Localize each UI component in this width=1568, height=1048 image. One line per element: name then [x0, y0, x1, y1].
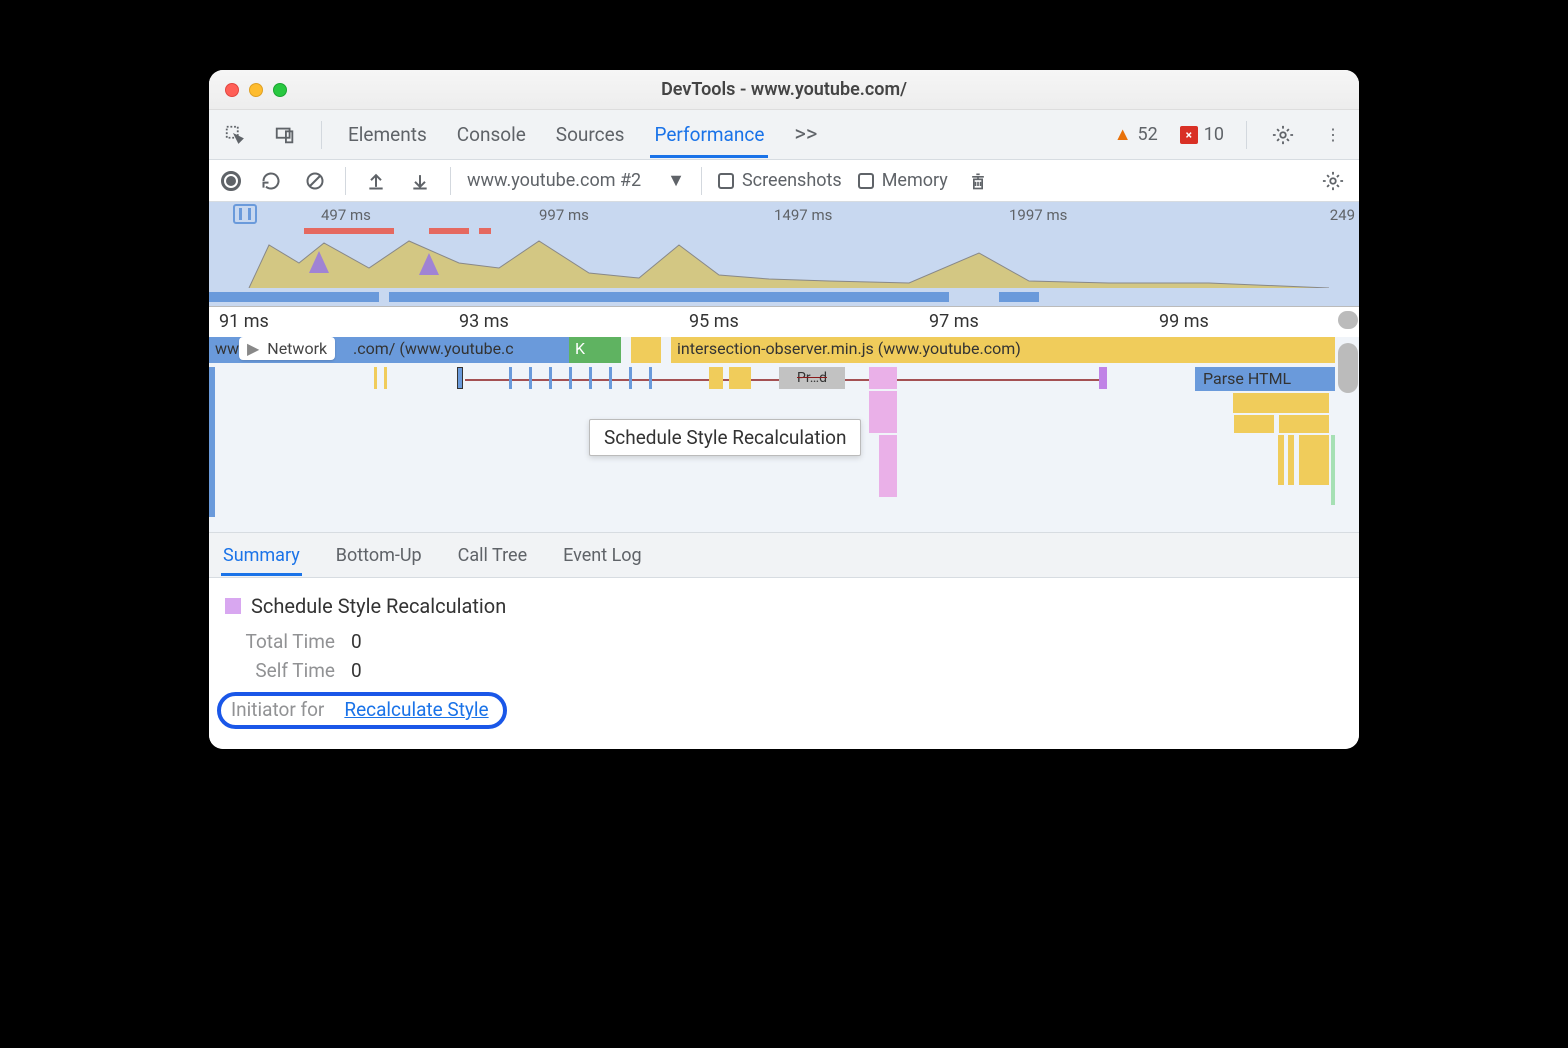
initiator-highlight: Initiator for Recalculate Style — [217, 692, 507, 729]
flame-span[interactable] — [649, 337, 661, 363]
initiator-label: Initiator for — [231, 698, 324, 721]
scrollbar-thumb[interactable] — [1338, 311, 1358, 329]
tab-sources[interactable]: Sources — [552, 111, 629, 158]
perf-settings-icon[interactable] — [1319, 167, 1347, 195]
flame-tooltip: Schedule Style Recalculation — [589, 419, 861, 456]
checkbox-box — [718, 173, 734, 189]
detail-time-axis: 91 ms 93 ms 95 ms 97 ms 99 ms — [209, 307, 1359, 337]
tab-console[interactable]: Console — [453, 111, 530, 158]
flame-span[interactable] — [631, 337, 649, 363]
total-time-label: Total Time — [225, 630, 335, 653]
self-time-label: Self Time — [225, 659, 335, 682]
chevron-down-icon: ▼ — [667, 170, 685, 191]
event-color-swatch — [225, 598, 241, 614]
warning-icon: ▲ — [1114, 124, 1132, 145]
event-name: Schedule Style Recalculation — [251, 594, 506, 618]
memory-checkbox[interactable]: Memory — [858, 170, 948, 191]
record-button[interactable] — [221, 171, 241, 191]
separator — [450, 167, 451, 195]
flame-span[interactable]: K — [569, 337, 585, 363]
overview-tick: 1997 ms — [1009, 206, 1067, 224]
flame-span[interactable] — [585, 337, 597, 363]
selection-handle[interactable] — [233, 204, 257, 224]
separator — [321, 121, 322, 149]
summary-panel: Schedule Style Recalculation Total Time … — [209, 578, 1359, 749]
checkbox-box — [858, 173, 874, 189]
main-tabs: Elements Console Sources Performance >> … — [209, 110, 1359, 160]
bottom-tabs: Summary Bottom-Up Call Tree Event Log — [209, 532, 1359, 578]
overview-tick: 497 ms — [321, 206, 371, 224]
separator — [1246, 121, 1247, 149]
separator — [345, 167, 346, 195]
flame-span[interactable] — [609, 337, 621, 363]
screenshots-checkbox[interactable]: Screenshots — [718, 170, 842, 191]
settings-icon[interactable] — [1269, 121, 1297, 149]
tab-event-log[interactable]: Event Log — [561, 535, 644, 576]
overview-tick: 997 ms — [539, 206, 589, 224]
separator — [701, 167, 702, 195]
garbage-collect-icon[interactable] — [964, 167, 992, 195]
clear-icon[interactable] — [301, 167, 329, 195]
flame-span[interactable]: Pr…d — [779, 367, 845, 389]
device-toggle-icon[interactable] — [271, 121, 299, 149]
total-time-value: 0 — [351, 630, 362, 653]
scrollbar-thumb[interactable] — [1338, 343, 1358, 393]
performance-toolbar: www.youtube.com #2 ▼ Screenshots Memory — [209, 160, 1359, 202]
tabs-overflow[interactable]: >> — [790, 110, 821, 159]
window-controls — [225, 83, 287, 97]
overview-tick: 1497 ms — [774, 206, 832, 224]
error-icon: × — [1180, 126, 1198, 144]
titlebar: DevTools - www.youtube.com/ — [209, 70, 1359, 110]
flame-span[interactable]: intersection-observer.min.js (www.youtub… — [671, 337, 1335, 363]
maximize-window-button[interactable] — [273, 83, 287, 97]
tab-summary[interactable]: Summary — [221, 535, 302, 576]
flame-chart[interactable]: ww .com/ (www.youtube.c K intersection-o… — [209, 337, 1359, 532]
warnings-badge[interactable]: ▲ 52 — [1114, 124, 1158, 145]
tab-call-tree[interactable]: Call Tree — [456, 535, 529, 576]
network-track-toggle[interactable]: ▶ Network — [239, 337, 335, 360]
upload-icon[interactable] — [362, 167, 390, 195]
self-time-value: 0 — [351, 659, 362, 682]
trace-context-select[interactable]: www.youtube.com #2 ▼ — [467, 170, 685, 191]
errors-badge[interactable]: × 10 — [1180, 124, 1224, 145]
tab-elements[interactable]: Elements — [344, 111, 431, 158]
overview-timeline[interactable]: 497 ms 997 ms 1497 ms 1997 ms 249 CPU NE… — [209, 202, 1359, 307]
tab-performance[interactable]: Performance — [650, 111, 768, 158]
reload-icon[interactable] — [257, 167, 285, 195]
chevron-right-icon: ▶ — [247, 339, 259, 358]
flame-span-parse-html[interactable]: Parse HTML — [1195, 367, 1335, 391]
overview-tick: 249 — [1330, 206, 1355, 224]
minimize-window-button[interactable] — [249, 83, 263, 97]
flame-span[interactable] — [597, 337, 609, 363]
initiator-link[interactable]: Recalculate Style — [344, 698, 488, 721]
inspect-icon[interactable] — [221, 121, 249, 149]
close-window-button[interactable] — [225, 83, 239, 97]
devtools-window: DevTools - www.youtube.com/ Elements Con… — [209, 70, 1359, 749]
tab-bottom-up[interactable]: Bottom-Up — [334, 535, 424, 576]
window-title: DevTools - www.youtube.com/ — [661, 79, 907, 100]
kebab-menu-icon[interactable]: ⋮ — [1319, 121, 1347, 149]
download-icon[interactable] — [406, 167, 434, 195]
